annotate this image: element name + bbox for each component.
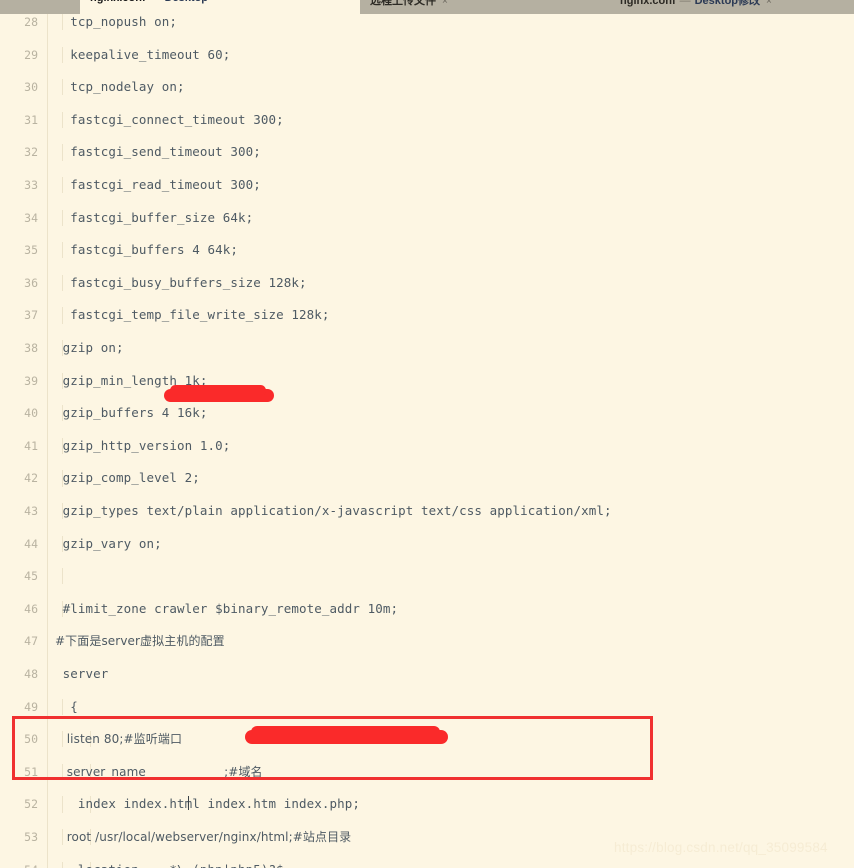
code-line[interactable]: 44 gzip_vary on; — [0, 535, 854, 552]
line-text: { — [55, 698, 78, 714]
tab-separator: — — [679, 0, 691, 7]
line-text: tcp_nopush on; — [55, 14, 178, 29]
code-line[interactable]: 50 listen 80;#监听端口 — [0, 731, 854, 748]
tab-title: nginx.conf — [620, 0, 676, 7]
code-lines[interactable]: 28 tcp_nopush on; 29 keepalive_timeout 60… — [0, 14, 854, 868]
line-text: gzip_buffers 4 16k; — [55, 405, 208, 421]
line-number: 47 — [24, 634, 38, 649]
line-number: 42 — [24, 471, 38, 486]
line-number: 35 — [24, 243, 38, 258]
line-number: 50 — [24, 732, 38, 747]
code-line[interactable]: 41 gzip_http_version 1.0; — [0, 437, 854, 455]
editor-tab-strip[interactable]: nginx.conf—Desktop×nginx.conf—Desktop×远程… — [0, 0, 854, 14]
line-number: 43 — [24, 503, 38, 518]
line-number: 37 — [24, 308, 38, 323]
tab-subtitle: Desktop — [165, 0, 208, 4]
line-text: fastcgi_busy_buffers_size 128k; — [55, 274, 307, 290]
code-line[interactable]: 38 gzip on; — [0, 339, 854, 357]
code-line[interactable]: 33 fastcgi_read_timeout 300; — [0, 176, 854, 194]
line-text: gzip_types text/plain application/x-java… — [55, 502, 612, 518]
line-text: gzip_comp_level 2; — [55, 470, 200, 486]
line-number: 33 — [24, 177, 38, 192]
line-text: tcp_nodelay on; — [55, 79, 185, 95]
tab-subtitle: Desktop修改 — [694, 0, 761, 7]
line-number: 53 — [24, 829, 38, 844]
code-line[interactable]: 42 gzip_comp_level 2; — [0, 470, 854, 487]
line-number: 41 — [24, 438, 38, 453]
code-line[interactable]: 49 { — [0, 698, 854, 715]
line-number: 54 — [0, 862, 38, 868]
code-line[interactable]: 46 #limit_zone crawler $binary_remote_ad… — [0, 600, 854, 618]
line-text: #limit_zone crawler $binary_remote_addr … — [55, 600, 399, 616]
code-line[interactable]: 32 fastcgi_send_timeout 300; — [0, 144, 854, 161]
editor-tab-2[interactable]: 远程上传文件 × — [360, 0, 610, 14]
code-line[interactable]: 54 location ~ .*\.(php|php5)?$ — [0, 861, 854, 868]
line-text: listen 80;#监听端口 — [55, 732, 183, 747]
close-icon[interactable]: × — [436, 0, 448, 7]
line-number: 34 — [24, 210, 38, 225]
code-editor[interactable]: 28 tcp_nopush on; 29 keepalive_timeout 60… — [0, 14, 854, 868]
line-text: keepalive_timeout 60; — [55, 46, 231, 62]
code-line[interactable]: 29 keepalive_timeout 60; — [0, 46, 854, 63]
line-text: server_name ;#域名 — [55, 764, 263, 779]
code-line[interactable]: 28 tcp_nopush on; — [0, 14, 854, 31]
line-number: 48 — [24, 666, 38, 681]
line-number: 28 — [24, 15, 38, 29]
code-line[interactable]: 35 fastcgi_buffers 4 64k; — [0, 242, 854, 259]
code-line[interactable]: 48 server — [0, 666, 854, 682]
close-icon[interactable]: × — [208, 0, 220, 4]
line-text: fastcgi_buffers 4 64k; — [55, 242, 239, 258]
line-number: 46 — [24, 601, 38, 616]
line-text: fastcgi_read_timeout 300; — [55, 176, 261, 192]
code-line[interactable]: 40 gzip_buffers 4 16k; — [0, 405, 854, 422]
code-line[interactable]: 37 fastcgi_temp_file_write_size 128k; — [0, 307, 854, 324]
indent-guide — [62, 568, 63, 585]
line-number: 39 — [24, 373, 38, 388]
code-line[interactable]: 52 index index.html index.htm index.php; — [0, 796, 854, 813]
line-text: fastcgi_send_timeout 300; — [55, 144, 261, 160]
line-text: fastcgi_connect_timeout 300; — [55, 111, 284, 127]
line-number: 40 — [24, 406, 38, 421]
code-line[interactable]: 34 fastcgi_buffer_size 64k; — [0, 209, 854, 226]
line-text: fastcgi_temp_file_write_size 128k; — [55, 307, 330, 323]
line-text: gzip_min_length 1k; — [55, 372, 208, 388]
tab-title: 远程上传文件 — [370, 0, 436, 7]
line-number: 51 — [24, 764, 38, 779]
line-text: index index.html index.htm index.php; — [55, 796, 361, 812]
line-number: 30 — [24, 80, 38, 95]
code-line[interactable]: 30 tcp_nodelay on; — [0, 79, 854, 96]
code-line[interactable]: 51 server_name ;#域名 — [0, 763, 854, 781]
line-text: location ~ .*\.(php|php5)?$ — [55, 862, 284, 868]
editor-tab-0[interactable]: nginx.conf—Desktop× — [0, 0, 80, 14]
code-line[interactable]: 47 #下面是server虚拟主机的配置 — [0, 633, 854, 649]
line-number: 38 — [24, 340, 38, 355]
tab-separator: — — [146, 0, 165, 4]
line-text: server — [55, 665, 109, 681]
code-line[interactable]: 36 fastcgi_busy_buffers_size 128k; — [0, 274, 854, 292]
editor-tab-1[interactable]: nginx.conf—Desktop× — [80, 0, 360, 14]
close-icon[interactable]: × — [760, 0, 772, 7]
line-number: 36 — [24, 275, 38, 290]
line-text: gzip on; — [55, 339, 124, 355]
code-line[interactable]: 45 — [0, 568, 854, 585]
line-number: 52 — [24, 797, 38, 812]
line-number: 32 — [24, 145, 38, 160]
line-text: gzip_vary on; — [55, 535, 162, 551]
code-line[interactable]: 39 gzip_min_length 1k; — [0, 372, 854, 389]
line-number: 45 — [24, 569, 38, 584]
line-text: gzip_http_version 1.0; — [55, 437, 231, 453]
tab-title: nginx.conf — [90, 0, 146, 4]
line-number: 49 — [24, 699, 38, 714]
code-line[interactable]: 53 root /usr/local/webserver/nginx/html;… — [0, 828, 854, 846]
line-text: #下面是server虚拟主机的配置 — [55, 634, 225, 649]
line-text: fastcgi_buffer_size 64k; — [55, 209, 254, 225]
code-line[interactable]: 31 fastcgi_connect_timeout 300; — [0, 111, 854, 129]
line-text: root /usr/local/webserver/nginx/html;#站点… — [55, 829, 352, 844]
line-number: 31 — [24, 112, 38, 127]
line-number: 29 — [24, 47, 38, 62]
line-number: 44 — [24, 536, 38, 551]
editor-tab-3[interactable]: nginx.conf — Desktop修改 × — [610, 0, 854, 14]
text-caret — [188, 796, 189, 810]
code-line[interactable]: 43 gzip_types text/plain application/x-j… — [0, 502, 854, 520]
